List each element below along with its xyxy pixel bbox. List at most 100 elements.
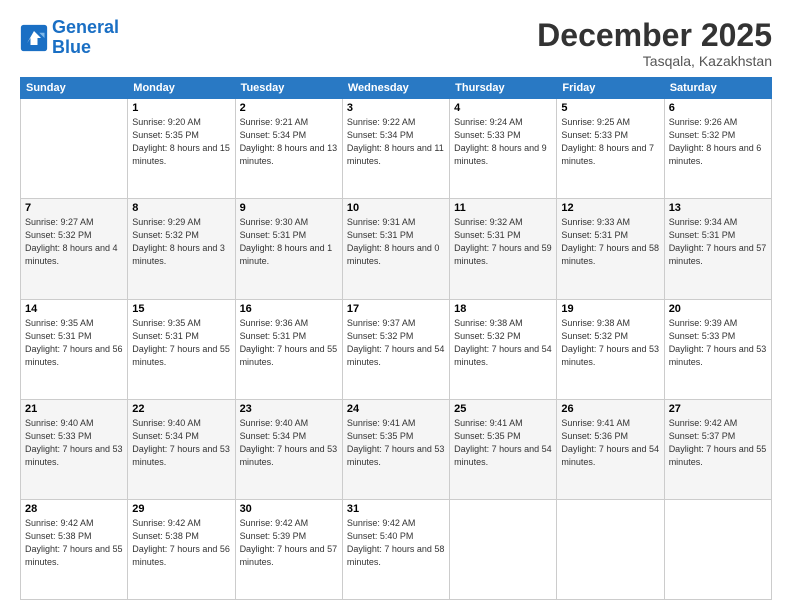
table-row: 29Sunrise: 9:42 AMSunset: 5:38 PMDayligh… — [128, 499, 235, 599]
day-info: Sunrise: 9:42 AMSunset: 5:38 PMDaylight:… — [25, 518, 123, 567]
logo-icon — [20, 24, 48, 52]
day-number: 2 — [240, 102, 338, 114]
day-number: 14 — [25, 303, 123, 315]
day-info: Sunrise: 9:30 AMSunset: 5:31 PMDaylight:… — [240, 217, 333, 266]
day-info: Sunrise: 9:21 AMSunset: 5:34 PMDaylight:… — [240, 117, 338, 166]
day-info: Sunrise: 9:29 AMSunset: 5:32 PMDaylight:… — [132, 217, 225, 266]
day-info: Sunrise: 9:26 AMSunset: 5:32 PMDaylight:… — [669, 117, 762, 166]
table-row: 10 Sunrise: 9:31 AMSunset: 5:31 PMDayligh… — [342, 199, 449, 299]
day-info: Sunrise: 9:41 AMSunset: 5:36 PMDaylight:… — [561, 418, 659, 467]
day-number: 19 — [561, 303, 659, 315]
col-saturday: Saturday — [664, 78, 771, 99]
table-row: 1Sunrise: 9:20 AMSunset: 5:35 PMDaylight… — [128, 99, 235, 199]
table-row: 31 Sunrise: 9:42 AMSunset: 5:40 PMDayligh… — [342, 499, 449, 599]
day-number: 20 — [669, 303, 767, 315]
day-info: Sunrise: 9:38 AMSunset: 5:32 PMDaylight:… — [454, 318, 552, 367]
day-number: 5 — [561, 102, 659, 114]
table-row: 30 Sunrise: 9:42 AMSunset: 5:39 PMDayligh… — [235, 499, 342, 599]
table-row: 2 Sunrise: 9:21 AMSunset: 5:34 PMDaylight… — [235, 99, 342, 199]
col-wednesday: Wednesday — [342, 78, 449, 99]
table-row: 17 Sunrise: 9:37 AMSunset: 5:32 PMDayligh… — [342, 299, 449, 399]
day-number: 13 — [669, 202, 767, 214]
table-row: 22 Sunrise: 9:40 AMSunset: 5:34 PMDayligh… — [128, 399, 235, 499]
col-friday: Friday — [557, 78, 664, 99]
day-info: Sunrise: 9:33 AMSunset: 5:31 PMDaylight:… — [561, 217, 659, 266]
day-info: Sunrise: 9:24 AMSunset: 5:33 PMDaylight:… — [454, 117, 547, 166]
location: Tasqala, Kazakhstan — [537, 53, 772, 69]
day-info: Sunrise: 9:35 AMSunset: 5:31 PMDaylight:… — [132, 318, 230, 367]
day-info: Sunrise: 9:27 AMSunset: 5:32 PMDaylight:… — [25, 217, 118, 266]
day-number: 8 — [132, 202, 230, 214]
day-info: Sunrise: 9:39 AMSunset: 5:33 PMDaylight:… — [669, 318, 767, 367]
table-row: 19 Sunrise: 9:38 AMSunset: 5:32 PMDayligh… — [557, 299, 664, 399]
day-info: Sunrise: 9:40 AMSunset: 5:33 PMDaylight:… — [25, 418, 123, 467]
day-info: Sunrise: 9:31 AMSunset: 5:31 PMDaylight:… — [347, 217, 440, 266]
day-info: Sunrise: 9:41 AMSunset: 5:35 PMDaylight:… — [347, 418, 445, 467]
table-row: 11 Sunrise: 9:32 AMSunset: 5:31 PMDayligh… — [450, 199, 557, 299]
day-number: 17 — [347, 303, 445, 315]
day-info: Sunrise: 9:34 AMSunset: 5:31 PMDaylight:… — [669, 217, 767, 266]
day-info: Sunrise: 9:42 AMSunset: 5:40 PMDaylight:… — [347, 518, 445, 567]
day-info: Sunrise: 9:32 AMSunset: 5:31 PMDaylight:… — [454, 217, 552, 266]
day-info: Sunrise: 9:38 AMSunset: 5:32 PMDaylight:… — [561, 318, 659, 367]
calendar-table: Sunday Monday Tuesday Wednesday Thursday… — [20, 77, 772, 600]
day-info: Sunrise: 9:40 AMSunset: 5:34 PMDaylight:… — [132, 418, 230, 467]
table-row: 26 Sunrise: 9:41 AMSunset: 5:36 PMDayligh… — [557, 399, 664, 499]
day-number: 16 — [240, 303, 338, 315]
day-number: 25 — [454, 403, 552, 415]
table-row — [664, 499, 771, 599]
day-info: Sunrise: 9:42 AMSunset: 5:38 PMDaylight:… — [132, 518, 230, 567]
day-number: 21 — [25, 403, 123, 415]
calendar-header-row: Sunday Monday Tuesday Wednesday Thursday… — [21, 78, 772, 99]
logo-line1: General — [52, 17, 119, 37]
table-row: 12 Sunrise: 9:33 AMSunset: 5:31 PMDayligh… — [557, 199, 664, 299]
day-number: 6 — [669, 102, 767, 114]
table-row: 6 Sunrise: 9:26 AMSunset: 5:32 PMDaylight… — [664, 99, 771, 199]
table-row: 23 Sunrise: 9:40 AMSunset: 5:34 PMDayligh… — [235, 399, 342, 499]
logo: General Blue — [20, 18, 119, 58]
table-row: 7Sunrise: 9:27 AMSunset: 5:32 PMDaylight… — [21, 199, 128, 299]
day-info: Sunrise: 9:40 AMSunset: 5:34 PMDaylight:… — [240, 418, 338, 467]
header: General Blue December 2025 Tasqala, Kaza… — [20, 18, 772, 69]
day-info: Sunrise: 9:25 AMSunset: 5:33 PMDaylight:… — [561, 117, 654, 166]
table-row: 9 Sunrise: 9:30 AMSunset: 5:31 PMDaylight… — [235, 199, 342, 299]
table-row: 21 Sunrise: 9:40 AMSunset: 5:33 PMDayligh… — [21, 399, 128, 499]
logo-line2: Blue — [52, 37, 91, 57]
table-row: 27 Sunrise: 9:42 AMSunset: 5:37 PMDayligh… — [664, 399, 771, 499]
day-number: 4 — [454, 102, 552, 114]
day-number: 26 — [561, 403, 659, 415]
table-row — [450, 499, 557, 599]
day-info: Sunrise: 9:22 AMSunset: 5:34 PMDaylight:… — [347, 117, 444, 166]
day-number: 30 — [240, 503, 338, 515]
day-number: 15 — [132, 303, 230, 315]
day-info: Sunrise: 9:35 AMSunset: 5:31 PMDaylight:… — [25, 318, 123, 367]
col-sunday: Sunday — [21, 78, 128, 99]
table-row: 5 Sunrise: 9:25 AMSunset: 5:33 PMDaylight… — [557, 99, 664, 199]
day-number: 12 — [561, 202, 659, 214]
table-row: 25 Sunrise: 9:41 AMSunset: 5:35 PMDayligh… — [450, 399, 557, 499]
day-info: Sunrise: 9:41 AMSunset: 5:35 PMDaylight:… — [454, 418, 552, 467]
day-number: 9 — [240, 202, 338, 214]
page: General Blue December 2025 Tasqala, Kaza… — [0, 0, 792, 612]
day-info: Sunrise: 9:42 AMSunset: 5:39 PMDaylight:… — [240, 518, 338, 567]
day-number: 23 — [240, 403, 338, 415]
day-number: 22 — [132, 403, 230, 415]
day-number: 31 — [347, 503, 445, 515]
table-row: 8 Sunrise: 9:29 AMSunset: 5:32 PMDaylight… — [128, 199, 235, 299]
table-row — [21, 99, 128, 199]
col-thursday: Thursday — [450, 78, 557, 99]
day-number: 24 — [347, 403, 445, 415]
day-number: 1 — [132, 102, 230, 114]
day-number: 10 — [347, 202, 445, 214]
table-row: 18 Sunrise: 9:38 AMSunset: 5:32 PMDayligh… — [450, 299, 557, 399]
day-number: 11 — [454, 202, 552, 214]
day-number: 18 — [454, 303, 552, 315]
table-row: 3 Sunrise: 9:22 AMSunset: 5:34 PMDaylight… — [342, 99, 449, 199]
day-number: 3 — [347, 102, 445, 114]
title-block: December 2025 Tasqala, Kazakhstan — [537, 18, 772, 69]
day-info: Sunrise: 9:42 AMSunset: 5:37 PMDaylight:… — [669, 418, 767, 467]
table-row: 4 Sunrise: 9:24 AMSunset: 5:33 PMDaylight… — [450, 99, 557, 199]
day-number: 27 — [669, 403, 767, 415]
table-row: 13 Sunrise: 9:34 AMSunset: 5:31 PMDayligh… — [664, 199, 771, 299]
day-info: Sunrise: 9:37 AMSunset: 5:32 PMDaylight:… — [347, 318, 445, 367]
